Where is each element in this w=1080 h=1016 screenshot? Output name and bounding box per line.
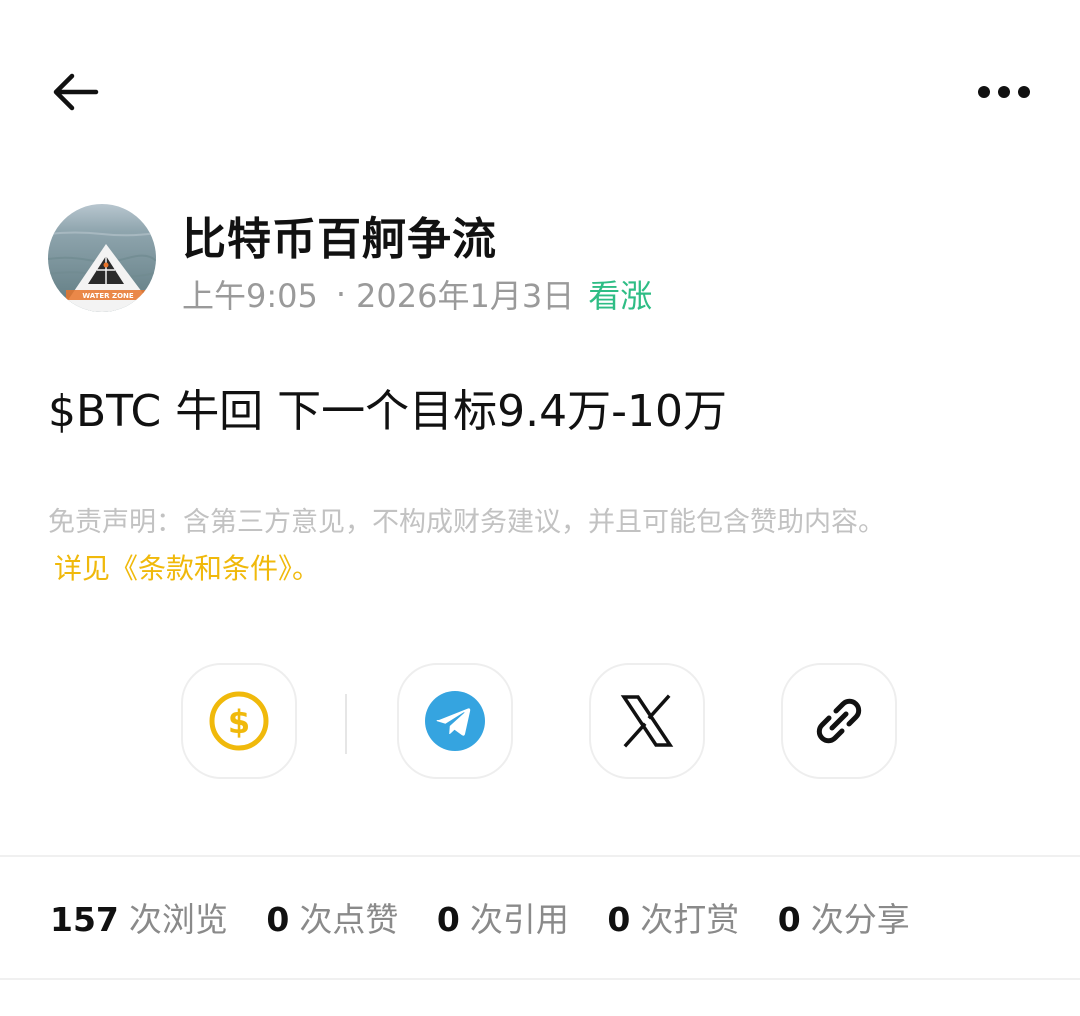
post-detail-page: WATER ZONE 比特币百舸争流 上午9:05 · 2026年1月3日 看涨 $B… bbox=[0, 0, 1080, 1016]
views-stat[interactable]: 157 次浏览 bbox=[50, 893, 228, 941]
arrow-left-icon bbox=[53, 73, 99, 111]
quotes-count: 0 bbox=[436, 900, 460, 939]
telegram-share-button[interactable] bbox=[397, 663, 513, 779]
more-horizontal-icon bbox=[978, 86, 1030, 98]
link-icon bbox=[816, 698, 862, 744]
tips-stat[interactable]: 0 次打赏 bbox=[607, 893, 739, 941]
shares-stat[interactable]: 0 次分享 bbox=[778, 893, 910, 941]
post-content: $BTC 牛回 下一个目标9.4万-10万 bbox=[48, 386, 728, 437]
back-button[interactable] bbox=[44, 62, 108, 122]
author-name[interactable]: 比特币百舸争流 bbox=[182, 203, 497, 267]
tips-count: 0 bbox=[607, 900, 631, 939]
tips-label: 次打赏 bbox=[640, 900, 740, 939]
x-logo-icon bbox=[620, 694, 674, 748]
avatar-image: WATER ZONE bbox=[48, 204, 156, 312]
quotes-stat[interactable]: 0 次引用 bbox=[437, 893, 569, 941]
sentiment-badge: 看涨 bbox=[588, 277, 653, 315]
likes-stat[interactable]: 0 次点赞 bbox=[266, 893, 398, 941]
share-divider bbox=[345, 694, 347, 754]
post-time: 上午9:05 bbox=[182, 277, 318, 315]
likes-label: 次点赞 bbox=[299, 900, 399, 939]
shares-count: 0 bbox=[777, 900, 801, 939]
divider-bottom bbox=[0, 978, 1080, 980]
tip-button[interactable]: $ bbox=[181, 663, 297, 779]
dollar-coin-icon: $ bbox=[209, 691, 269, 751]
shares-label: 次分享 bbox=[810, 900, 910, 939]
disclaimer-text: 免责声明：含第三方意见，不构成财务建议，并且可能包含赞助内容。 bbox=[48, 507, 885, 538]
divider bbox=[0, 855, 1080, 857]
copy-link-button[interactable] bbox=[781, 663, 897, 779]
post-meta: 上午9:05 · 2026年1月3日 看涨 bbox=[182, 271, 652, 317]
telegram-icon bbox=[425, 691, 485, 751]
views-count: 157 bbox=[50, 900, 119, 939]
meta-separator: · bbox=[335, 275, 347, 313]
more-options-button[interactable] bbox=[968, 70, 1040, 114]
avatar[interactable]: WATER ZONE bbox=[48, 204, 156, 312]
svg-text:WATER ZONE: WATER ZONE bbox=[82, 292, 134, 300]
terms-link[interactable]: 详见《条款和条件》。 bbox=[54, 547, 320, 587]
x-share-button[interactable] bbox=[589, 663, 705, 779]
svg-text:$: $ bbox=[228, 703, 250, 741]
likes-count: 0 bbox=[266, 900, 290, 939]
quotes-label: 次引用 bbox=[469, 900, 569, 939]
post-date: 2026年1月3日 bbox=[356, 277, 575, 315]
post-stats: 157 次浏览 0 次点赞 0 次引用 0 次打赏 0 次分享 bbox=[50, 893, 938, 941]
views-label: 次浏览 bbox=[128, 900, 228, 939]
